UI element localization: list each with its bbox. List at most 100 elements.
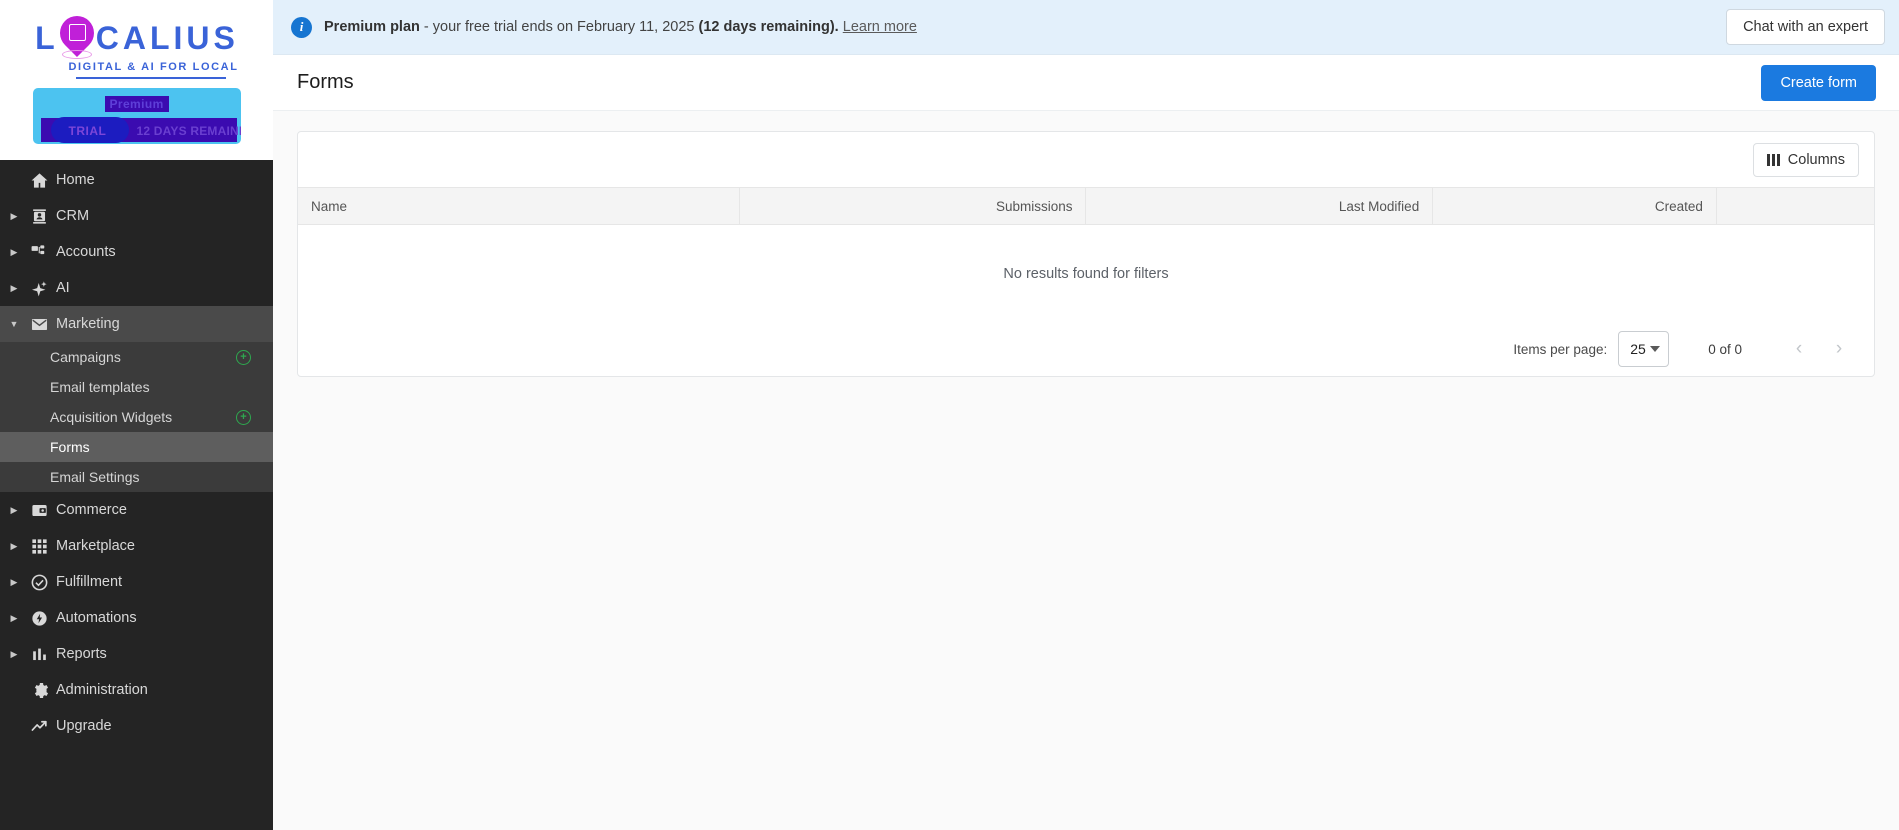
forms-table-head: Name Submissions Last Modified Created [298,187,1874,225]
sidebar-item-ai[interactable]: ▶ AI [0,270,273,306]
chevron-right-icon-crm[interactable]: ▶ [6,211,22,222]
sidebar-item-email-settings[interactable]: Email Settings [0,462,273,492]
logo-letter-u: U [186,20,213,56]
trial-plan-label: Premium [104,95,169,112]
check-circle-icon [22,573,56,592]
chevron-right-icon-marketplace[interactable]: ▶ [6,541,22,552]
empty-state-row: No results found for filters [298,225,1874,323]
sidebar-item-campaigns[interactable]: Campaigns + [0,342,273,372]
trial-notice-bar: i Premium plan - your free trial ends on… [273,0,1899,55]
previous-page-button[interactable]: ‹ [1786,336,1812,362]
sidebar: L C A L I U S DIGITAL & AI FOR LOCAL Pre… [0,0,273,830]
chevron-right-icon-commerce[interactable]: ▶ [6,505,22,516]
trial-pill-label: TRIAL [68,123,107,138]
sidebar-sublabel-email-settings: Email Settings [50,469,140,485]
sidebar-item-email-templates[interactable]: Email templates [0,372,273,402]
sidebar-item-marketplace[interactable]: ▶ Marketplace [0,528,273,564]
sidebar-item-crm[interactable]: ▶ CRM [0,198,273,234]
chevron-right-icon-reports[interactable]: ▶ [6,649,22,660]
sidebar-item-acquisition-widgets[interactable]: Acquisition Widgets + [0,402,273,432]
sidebar-item-label-fulfillment: Fulfillment [56,574,123,590]
forms-table: Name Submissions Last Modified Created N… [298,187,1874,323]
column-header-actions [1716,187,1874,225]
sidebar-item-label-upgrade: Upgrade [56,718,112,734]
notice-plan-name: Premium plan [324,19,420,35]
chevron-right-icon-ai[interactable]: ▶ [6,283,22,294]
content-area: Columns Name Submissions Last Modified C… [273,111,1899,830]
wallet-icon [22,501,56,520]
pagination-bar: Items per page: 25 0 of 0 ‹ › [298,323,1874,376]
items-per-page-label: Items per page: [1513,341,1608,357]
grid-icon [22,537,56,556]
contact-card-icon [22,207,56,226]
trial-days-label: 12 DAYS REMAINING [136,123,241,138]
add-campaign-plus-icon[interactable]: + [236,349,251,365]
chevron-right-icon-automations[interactable]: ▶ [6,613,22,624]
column-header-last-modified[interactable]: Last Modified [1085,187,1434,225]
page-header: Forms Create form [273,55,1899,111]
gear-icon [22,681,56,700]
page-title: Forms [297,71,354,93]
sidebar-sublabel-campaigns: Campaigns [50,349,121,365]
sidebar-nav: Home ▶ CRM ▶ Accounts ▶ AI ▼ Marketing C… [0,160,273,830]
sidebar-sublabel-email-templates: Email templates [50,379,150,395]
columns-button-label: Columns [1787,151,1845,168]
sidebar-item-automations[interactable]: ▶ Automations [0,600,273,636]
sidebar-item-label-reports: Reports [56,646,107,662]
chat-with-expert-button[interactable]: Chat with an expert [1726,9,1885,45]
columns-button[interactable]: Columns [1752,142,1859,177]
sidebar-sublabel-acquisition-widgets: Acquisition Widgets [50,409,173,425]
sidebar-item-forms[interactable]: Forms [0,432,273,462]
sidebar-item-label-automations: Automations [56,610,137,626]
home-icon [22,171,56,190]
table-toolbar: Columns [298,132,1874,187]
bolt-circle-icon [22,609,56,628]
trend-up-icon [22,717,56,736]
logo-letter-c: C [95,20,122,56]
columns-icon [1766,153,1780,166]
learn-more-link[interactable]: Learn more [843,19,917,35]
sidebar-item-label-home: Home [56,172,95,188]
column-header-name[interactable]: Name [298,187,740,225]
items-per-page-select[interactable]: 25 [1618,331,1670,367]
sidebar-item-home[interactable]: Home [0,162,273,198]
sidebar-item-marketing[interactable]: ▼ Marketing [0,306,273,342]
sidebar-item-label-commerce: Commerce [56,502,127,518]
items-per-page-value: 25 [1630,341,1646,357]
logo-letter-l1: L [35,20,58,56]
logo-letter-i: I [173,20,186,56]
column-header-created[interactable]: Created [1432,187,1717,225]
next-page-button[interactable]: › [1826,336,1852,362]
logo-letter-s: S [213,20,238,56]
sidebar-item-administration[interactable]: Administration [0,672,273,708]
chevron-down-icon-marketing[interactable]: ▼ [6,319,22,329]
logo-letter-l2: L [149,20,173,56]
pagination-range-label: 0 of 0 [1708,341,1742,357]
forms-table-body: No results found for filters [298,225,1874,323]
sidebar-item-reports[interactable]: ▶ Reports [0,636,273,672]
chevron-right-icon-accounts[interactable]: ▶ [6,247,22,258]
app-root: L C A L I U S DIGITAL & AI FOR LOCAL Pre… [0,0,1899,830]
column-header-submissions[interactable]: Submissions [739,187,1087,225]
sidebar-item-fulfillment[interactable]: ▶ Fulfillment [0,564,273,600]
sidebar-item-accounts[interactable]: ▶ Accounts [0,234,273,270]
bar-chart-icon [22,645,56,664]
brand-divider [76,77,226,79]
sidebar-item-commerce[interactable]: ▶ Commerce [0,492,273,528]
marketing-subnav: Campaigns + Email templates Acquisition … [0,342,273,492]
envelope-icon [22,315,56,334]
add-widget-plus-icon[interactable]: + [236,409,251,425]
sidebar-item-upgrade[interactable]: Upgrade [0,708,273,744]
sidebar-item-label-marketplace: Marketplace [56,538,135,554]
trial-notice-text: Premium plan - your free trial ends on F… [324,19,1714,35]
sidebar-item-label-accounts: Accounts [56,244,116,260]
notice-body: - your free trial ends on February 11, 2… [419,19,699,35]
info-icon: i [291,16,312,38]
create-form-button[interactable]: Create form [1761,64,1876,101]
chevron-right-icon-fulfillment[interactable]: ▶ [6,577,22,588]
chevron-down-icon-per-page [1650,346,1661,352]
brand-tagline: DIGITAL & AI FOR LOCAL [68,61,239,73]
sidebar-item-label-ai: AI [56,280,70,296]
sidebar-sublabel-forms: Forms [50,439,90,455]
sidebar-item-label-marketing: Marketing [56,316,120,332]
